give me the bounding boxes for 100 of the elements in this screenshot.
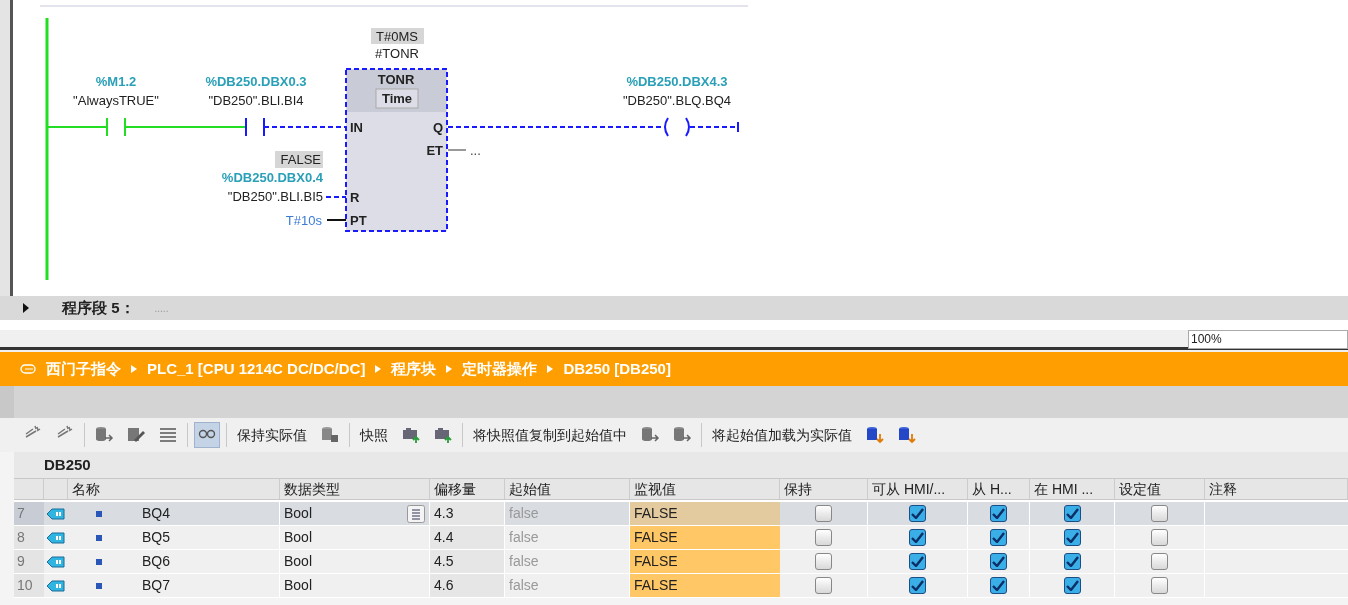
pin-label: IN bbox=[350, 120, 363, 135]
pin-label: R bbox=[350, 190, 360, 205]
checkbox[interactable] bbox=[815, 577, 832, 594]
checkbox[interactable] bbox=[1063, 553, 1081, 570]
table-cell: 4.5 bbox=[430, 550, 505, 573]
column-header[interactable]: 在 HMI ... bbox=[1030, 479, 1115, 499]
column-header[interactable]: 名称 bbox=[68, 479, 280, 499]
column-header[interactable]: 从 H... bbox=[968, 479, 1030, 499]
toolbar-button[interactable]: 将起始值加载为实际值 bbox=[708, 423, 856, 447]
database-icon bbox=[865, 425, 885, 445]
table-cell-text: BQ6 bbox=[142, 552, 170, 571]
pin-label: PT bbox=[350, 213, 367, 228]
checkbox[interactable] bbox=[990, 529, 1007, 546]
column-header[interactable]: 设定值 bbox=[1115, 479, 1205, 499]
checkbox[interactable] bbox=[909, 505, 926, 522]
table-cell: 4.6 bbox=[430, 574, 505, 597]
table-cell-text: Bool bbox=[284, 576, 313, 595]
chevron-icon bbox=[547, 364, 554, 374]
instance-label: #TONR bbox=[375, 46, 419, 61]
table-cell: FALSE bbox=[630, 502, 780, 525]
checkbox[interactable] bbox=[990, 553, 1007, 570]
table-row[interactable]: 8 BQ5 Bool 4.4 false FALSE bbox=[14, 526, 1348, 550]
table-row[interactable]: 10 BQ7 Bool 4.6 false FALSE bbox=[14, 574, 1348, 598]
column-header[interactable]: 注释 bbox=[1205, 479, 1348, 499]
checkbox[interactable] bbox=[909, 577, 926, 594]
table-row[interactable]: 7 BQ4 Bool 4.3 false FALSE bbox=[14, 502, 1348, 526]
tag-icon bbox=[47, 555, 65, 568]
time-type: Time bbox=[381, 91, 413, 106]
checkbox[interactable] bbox=[909, 529, 926, 546]
preset-value: T#10s bbox=[285, 213, 322, 228]
database-icon bbox=[320, 425, 340, 445]
checkbox[interactable] bbox=[815, 553, 832, 570]
row-number: 10 bbox=[14, 574, 44, 597]
table-cell: FALSE bbox=[630, 574, 780, 597]
list-button-icon[interactable] bbox=[407, 504, 425, 523]
table-row[interactable]: 9 BQ6 Bool 4.5 false FALSE bbox=[14, 550, 1348, 574]
column-header[interactable]: 监视值 bbox=[630, 479, 780, 499]
output-value: ... bbox=[470, 143, 481, 158]
table-cell: FALSE bbox=[630, 550, 780, 573]
table-title: DB250 bbox=[44, 454, 91, 475]
pin-label: ET bbox=[426, 143, 443, 158]
glasses-button[interactable] bbox=[194, 422, 220, 448]
checkbox[interactable] bbox=[815, 529, 832, 546]
table-cell-text: BQ7 bbox=[142, 576, 170, 595]
tag-icon bbox=[47, 507, 65, 520]
checkbox[interactable] bbox=[1151, 505, 1168, 522]
expand-arrow-icon[interactable] bbox=[22, 303, 30, 313]
table-cell: 4.3 bbox=[430, 502, 505, 525]
list-icon bbox=[158, 425, 178, 445]
tag-icon bbox=[47, 579, 65, 592]
table-cell-text: Bool bbox=[284, 504, 313, 523]
table-cell-text: Bool bbox=[284, 528, 313, 547]
address-label: %DB250.DBX4.3 bbox=[626, 74, 728, 89]
address-label: %DB250.DBX0.3 bbox=[205, 74, 307, 89]
wire bbox=[447, 149, 467, 151]
checkbox[interactable] bbox=[990, 505, 1007, 522]
tag-label: "AlwaysTRUE" bbox=[73, 93, 159, 108]
toolbar-button[interactable]: 将快照值复制到起始值中 bbox=[469, 423, 631, 447]
camera-icon bbox=[433, 425, 453, 445]
square-icon bbox=[96, 582, 102, 589]
network-title: 程序段 5： bbox=[62, 297, 135, 318]
chevron-icon bbox=[446, 364, 453, 374]
toolbar-button[interactable]: 快照 bbox=[356, 423, 392, 447]
checkbox[interactable] bbox=[1151, 529, 1168, 546]
checkbox[interactable] bbox=[909, 553, 926, 570]
column-header[interactable]: 起始值 bbox=[505, 479, 630, 499]
camera-icon bbox=[401, 425, 421, 445]
column-header[interactable]: 数据类型 bbox=[280, 479, 430, 499]
pencil-icon bbox=[126, 425, 146, 445]
wire bbox=[326, 219, 347, 221]
column-header[interactable]: 偏移量 bbox=[430, 479, 505, 499]
value-badge: T#0MS bbox=[371, 28, 424, 44]
checkbox[interactable] bbox=[1063, 529, 1081, 546]
wire bbox=[46, 126, 108, 128]
column-header[interactable]: 保持 bbox=[780, 479, 868, 499]
row-number: 9 bbox=[14, 550, 44, 573]
table-cell-text: BQ5 bbox=[142, 528, 170, 547]
checkbox[interactable] bbox=[1151, 553, 1168, 570]
tag-label: "DB250".BLQ.BQ4 bbox=[622, 93, 732, 108]
checkbox[interactable] bbox=[1151, 577, 1168, 594]
chevron-icon bbox=[375, 364, 382, 374]
square-icon bbox=[96, 534, 102, 541]
database-icon bbox=[897, 425, 917, 445]
tag-icon bbox=[47, 531, 65, 544]
column-header[interactable]: 可从 HMI/... bbox=[868, 479, 968, 499]
chevron-icon bbox=[131, 364, 137, 374]
checkbox[interactable] bbox=[815, 505, 832, 522]
table-cell: FALSE bbox=[630, 526, 780, 549]
square-icon bbox=[96, 510, 102, 517]
checkbox[interactable] bbox=[1063, 505, 1081, 522]
address-label: %DB250.DBX0.4 bbox=[221, 170, 323, 185]
network-comment: ..... bbox=[154, 301, 169, 316]
zoom-field[interactable]: 100% bbox=[1188, 330, 1348, 349]
checkbox[interactable] bbox=[990, 577, 1007, 594]
checkbox[interactable] bbox=[1063, 577, 1081, 594]
row-number: 8 bbox=[14, 526, 44, 549]
timer-type: TONR bbox=[377, 72, 415, 87]
pill-icon bbox=[20, 364, 36, 374]
toolbar-button[interactable]: 保持实际值 bbox=[233, 423, 311, 447]
value-badge: FALSE bbox=[275, 151, 323, 168]
